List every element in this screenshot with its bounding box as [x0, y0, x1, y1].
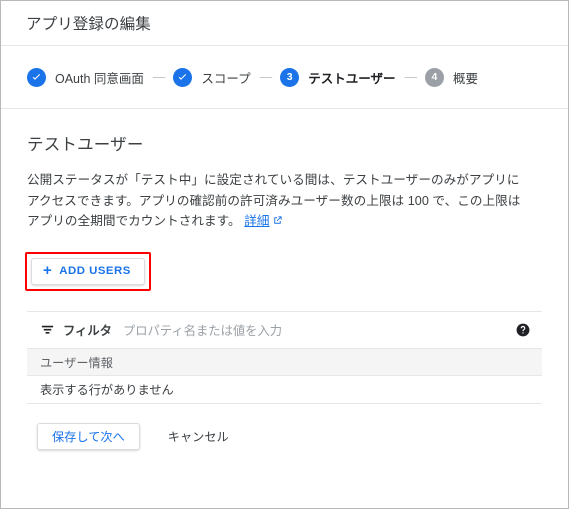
step-label-test-users: テストユーザー	[308, 71, 396, 86]
save-and-continue-label: 保存して次へ	[52, 430, 125, 444]
step-separator: —	[152, 70, 165, 84]
filter-bar[interactable]: フィルタ プロパティ名または値を入力	[27, 312, 542, 348]
filter-input[interactable]: プロパティ名または値を入力	[123, 321, 516, 339]
help-icon[interactable]	[516, 323, 530, 337]
section-title: テストユーザー	[27, 136, 144, 154]
filter-list-icon[interactable]	[40, 322, 55, 337]
window-title-bar: アプリ登録の編集	[1, 1, 568, 46]
step-number-badge: 4	[424, 67, 444, 87]
cancel-label: キャンセル	[167, 430, 229, 444]
save-and-continue-button[interactable]: 保存して次へ	[37, 422, 140, 450]
step-summary[interactable]: 4 概要	[424, 67, 478, 87]
test-users-table: フィルタ プロパティ名または値を入力 ユーザー情報 表示する行がありません	[27, 310, 542, 404]
step-scopes[interactable]: スコープ	[173, 67, 251, 87]
wizard-stepper: OAuth 同意画面 — スコープ — 3 テストユーザー — 4 概要	[1, 46, 568, 109]
add-users-label: ADD USERS	[59, 265, 131, 277]
page-title: アプリ登録の編集	[26, 16, 151, 33]
learn-more-label: 詳細	[244, 214, 270, 228]
table-empty-row: 表示する行がありません	[27, 376, 542, 404]
form-actions: 保存して次へ キャンセル	[27, 404, 542, 450]
step-test-users[interactable]: 3 テストユーザー	[280, 67, 396, 87]
table-header-row: ユーザー情報	[27, 347, 542, 376]
check-circle-icon	[173, 67, 193, 87]
add-users-button[interactable]: + ADD USERS	[31, 257, 145, 285]
app-window: アプリ登録の編集 OAuth 同意画面 — スコープ — 3 テストユーザー —…	[0, 0, 569, 509]
column-header-user-info: ユーザー情報	[40, 355, 113, 370]
step-separator: —	[259, 70, 272, 84]
step-separator: —	[404, 70, 416, 84]
learn-more-link[interactable]: 詳細	[244, 214, 282, 228]
step-oauth-consent[interactable]: OAuth 同意画面	[27, 67, 144, 87]
plus-icon: +	[43, 262, 53, 279]
step-label-summary: 概要	[452, 71, 478, 86]
add-users-highlight: + ADD USERS	[25, 251, 151, 291]
empty-message: 表示する行がありません	[40, 383, 174, 397]
step-number-badge: 3	[280, 67, 300, 87]
check-circle-icon	[27, 67, 46, 87]
section-description: 公開ステータスが「テスト中」に設定されている間は、テストユーザーのみがアプリにア…	[27, 170, 532, 233]
main-content: テストユーザー 公開ステータスが「テスト中」に設定されている間は、テストユーザー…	[1, 109, 568, 450]
cancel-button[interactable]: キャンセル	[162, 427, 235, 445]
step-label-scopes: スコープ	[201, 71, 251, 86]
external-link-icon	[272, 212, 283, 233]
step-label-oauth-consent: OAuth 同意画面	[55, 71, 144, 86]
filter-label: フィルタ	[63, 323, 112, 338]
